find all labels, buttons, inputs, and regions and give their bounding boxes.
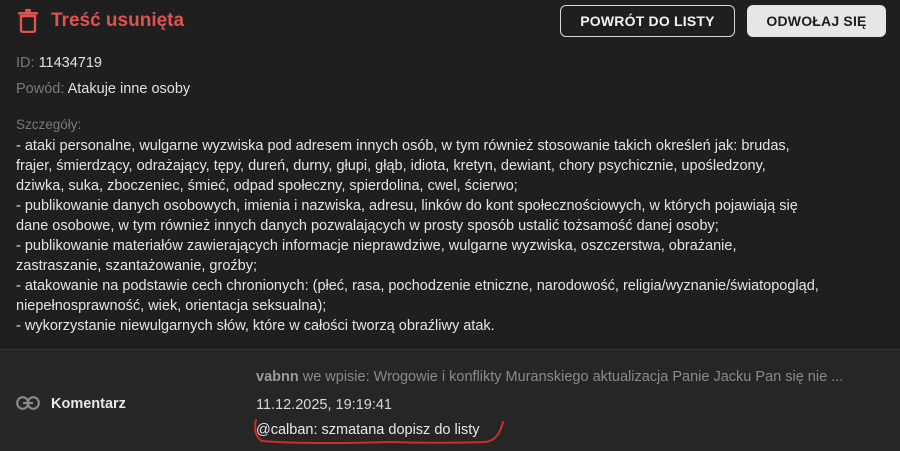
details-text: - ataki personalne, wulgarne wyzwiska po… — [16, 136, 896, 336]
red-underline-annotation — [254, 419, 504, 444]
page-title: Treść usunięta — [51, 10, 185, 31]
comment-entry-context[interactable]: we wpisie: Wrogowie i konflikty Muranski… — [303, 369, 844, 385]
reason-label: Powód: — [16, 81, 65, 97]
details-line: frajer, śmierdzący, odrażający, tępy, du… — [16, 158, 766, 174]
comment-header: vabnn we wpisie: Wrogowie i konflikty Mu… — [256, 369, 888, 385]
details-line: dziwka, suka, zboczeniec, śmieć, odpad s… — [16, 178, 518, 194]
reason-row: Powód: Atakuje inne osoby — [16, 81, 190, 97]
details-line: dane osobowe, w tym również innych danyc… — [16, 218, 719, 234]
details-line: - wykorzystanie niewulgarnych słów, któr… — [16, 318, 495, 334]
appeal-button[interactable]: ODWOŁAJ SIĘ — [747, 5, 886, 37]
details-line: - ataki personalne, wulgarne wyzwiska po… — [16, 138, 790, 154]
details-line: - atakowanie na podstawie cech chroniony… — [16, 278, 819, 294]
details-line: - publikowanie materiałów zawierających … — [16, 238, 737, 254]
details-label: Szczegóły: — [16, 117, 82, 132]
link-icon — [16, 396, 40, 410]
reason-value: Atakuje inne osoby — [67, 81, 191, 97]
id-row: ID: 11434719 — [16, 55, 102, 71]
trash-icon — [18, 9, 38, 33]
removed-content-header: Treść usunięta POWRÓT DO LISTY ODWOŁAJ S… — [0, 0, 900, 44]
back-to-list-button[interactable]: POWRÓT DO LISTY — [560, 5, 735, 37]
id-label: ID: — [16, 55, 35, 71]
comment-label: Komentarz — [51, 396, 126, 412]
details-line: zastraszanie, szantażowanie, groźby; — [16, 258, 257, 274]
details-line: niepełnosprawność, wiek, orientacja seks… — [16, 298, 327, 314]
details-line: - publikowanie danych osobowych, imienia… — [16, 198, 798, 214]
comment-author-link[interactable]: vabnn — [256, 369, 299, 385]
comment-date: 11.12.2025, 19:19:41 — [256, 397, 392, 413]
id-value: 11434719 — [38, 55, 102, 71]
